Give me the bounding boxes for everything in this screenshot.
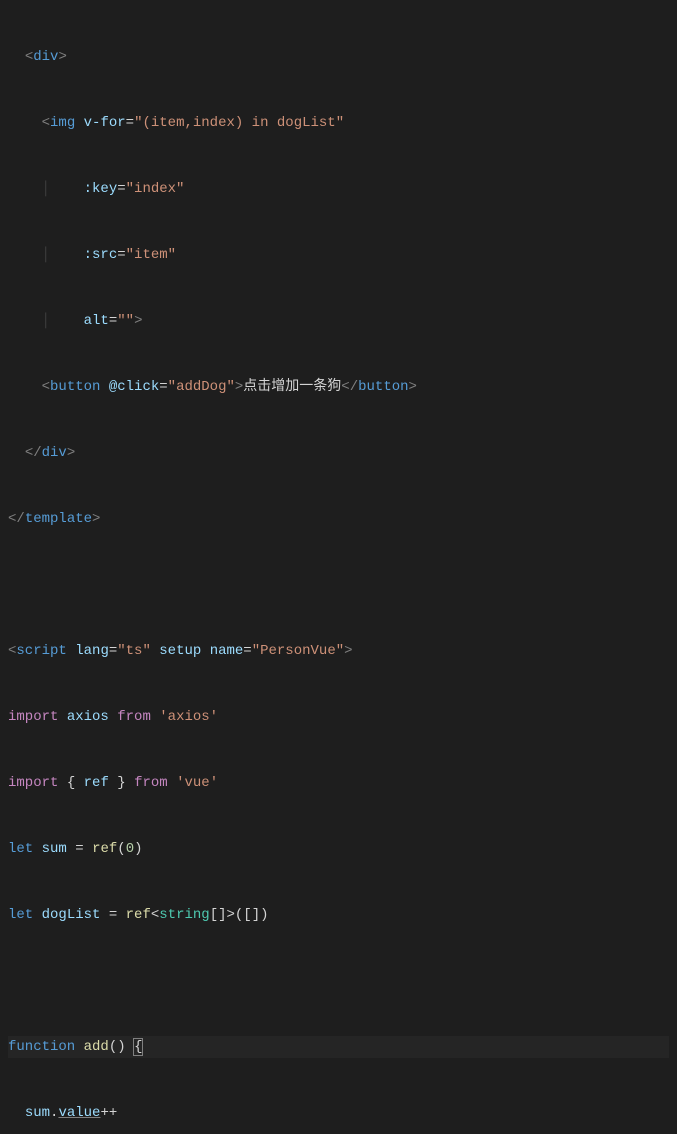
- code-line: [8, 574, 669, 596]
- code-line: let dogList = ref<string[]>([]): [8, 904, 669, 926]
- code-line: sum.value++: [8, 1102, 669, 1124]
- code-editor[interactable]: <div> <img v-for="(item,index) in dogLis…: [0, 0, 677, 1134]
- code-line: </div>: [8, 442, 669, 464]
- code-line: function add() {: [8, 1036, 669, 1058]
- code-line: </template>: [8, 508, 669, 530]
- code-line: import axios from 'axios': [8, 706, 669, 728]
- code-line: let sum = ref(0): [8, 838, 669, 860]
- code-line: │ alt="">: [8, 310, 669, 332]
- code-line: <div>: [8, 46, 669, 68]
- code-line: <script lang="ts" setup name="PersonVue"…: [8, 640, 669, 662]
- code-line: <img v-for="(item,index) in dogList": [8, 112, 669, 134]
- code-line: [8, 970, 669, 992]
- code-line: import { ref } from 'vue': [8, 772, 669, 794]
- code-line: <button @click="addDog">点击增加一条狗</button>: [8, 376, 669, 398]
- code-line: │ :key="index": [8, 178, 669, 200]
- code-line: │ :src="item": [8, 244, 669, 266]
